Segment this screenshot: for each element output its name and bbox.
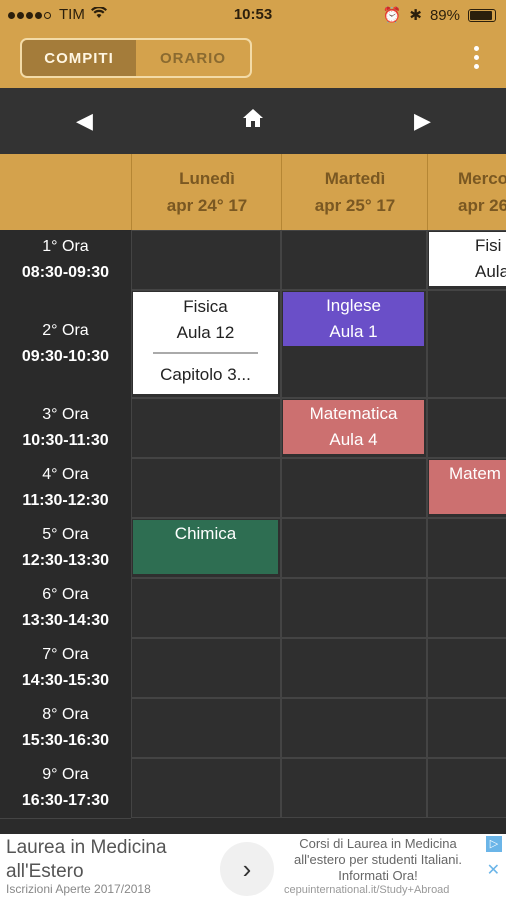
- more-menu-icon[interactable]: [474, 46, 480, 69]
- bluetooth-icon: ✱: [409, 7, 422, 24]
- ad-info-icon[interactable]: ▷: [486, 836, 502, 852]
- battery-percent: 89%: [429, 6, 460, 24]
- hour-row-3: 3° Ora 10:30-11:30: [0, 398, 131, 459]
- slot-cell[interactable]: [281, 230, 427, 290]
- lesson-room: Aula: [475, 262, 506, 281]
- slot-cell[interactable]: [131, 230, 281, 290]
- lesson-room: Aula 1: [329, 322, 378, 341]
- alarm-icon: ⏰: [382, 7, 402, 24]
- slot-cell[interactable]: [427, 758, 506, 818]
- ad-title: Laurea in Medicina all'Estero: [6, 837, 167, 882]
- lesson-room: Aula 4: [329, 430, 378, 449]
- hour-row-4: 4° Ora 11:30-12:30: [0, 458, 131, 519]
- slot-cell[interactable]: [427, 698, 506, 758]
- slot-cell[interactable]: [131, 698, 281, 758]
- slot-cell[interactable]: [131, 398, 281, 458]
- slot-cell[interactable]: [131, 458, 281, 518]
- lesson-subject: Inglese: [326, 296, 381, 315]
- lesson-task: Capitolo 3...: [160, 365, 251, 384]
- ad-arrow-button[interactable]: ›: [220, 842, 274, 896]
- slot-cell[interactable]: [281, 758, 427, 818]
- day-date: apr 26: [458, 196, 506, 215]
- ad-body: Corsi di Laurea in Medicina all'estero p…: [294, 836, 462, 883]
- timetable-grid: Lunedì apr 24° 17 Martedì apr 25° 17 Mer…: [0, 154, 506, 834]
- ad-close-icon[interactable]: ✕: [487, 860, 500, 880]
- lesson-inglese-tuesday[interactable]: Inglese Aula 1: [283, 292, 424, 346]
- home-icon[interactable]: [242, 108, 264, 134]
- week-navigation: ◀ ▶: [0, 88, 506, 154]
- slot-cell[interactable]: [281, 518, 427, 578]
- day-name: Merco: [458, 169, 506, 188]
- slot-cell[interactable]: [131, 758, 281, 818]
- lesson-subject: Matematica: [309, 404, 398, 423]
- slot-cell[interactable]: [427, 398, 506, 458]
- segmented-control: COMPITI ORARIO: [20, 38, 252, 78]
- hour-row-2: 2° Ora 09:30-10:30: [0, 290, 131, 399]
- day-name: Martedì: [324, 169, 386, 188]
- hour-row-5: 5° Ora 12:30-13:30: [0, 518, 131, 579]
- lesson-subject: Fisi: [475, 236, 502, 255]
- hour-row-7: 7° Ora 14:30-15:30: [0, 638, 131, 699]
- tab-compiti[interactable]: COMPITI: [22, 40, 136, 76]
- ad-subtitle: Iscrizioni Aperte 2017/2018: [6, 882, 151, 896]
- slot-cell[interactable]: [281, 458, 427, 518]
- battery-icon: [468, 8, 496, 22]
- day-name: Lunedì: [179, 169, 235, 188]
- divider: [153, 352, 258, 354]
- day-date: apr 25° 17: [314, 196, 396, 215]
- day-header-monday[interactable]: Lunedì apr 24° 17: [131, 154, 282, 230]
- slot-cell[interactable]: [131, 578, 281, 638]
- lesson-subject: Fisica: [183, 297, 228, 316]
- lesson-room: Aula 12: [176, 323, 235, 342]
- lesson-fisica-monday[interactable]: Fisica Aula 12 Capitolo 3...: [133, 292, 278, 394]
- slot-cell[interactable]: [427, 578, 506, 638]
- slot-cell[interactable]: [131, 638, 281, 698]
- hour-row-1: 1° Ora 08:30-09:30: [0, 230, 131, 291]
- slot-cell[interactable]: [427, 290, 506, 398]
- ad-url[interactable]: cepuinternational.it/Study+Abroad: [284, 884, 449, 896]
- lesson-subject: Chimica: [174, 524, 237, 543]
- hour-row-6: 6° Ora 13:30-14:30: [0, 578, 131, 639]
- day-header-tuesday[interactable]: Martedì apr 25° 17: [281, 154, 428, 230]
- next-week-icon[interactable]: ▶: [414, 108, 431, 134]
- tab-orario[interactable]: ORARIO: [136, 40, 250, 76]
- day-header-row: Lunedì apr 24° 17 Martedì apr 25° 17 Mer…: [0, 154, 506, 230]
- slot-cell[interactable]: [427, 638, 506, 698]
- status-bar: TIM 10:53 ⏰ ✱ 89%: [0, 0, 506, 30]
- lesson-matematica-tuesday[interactable]: Matematica Aula 4: [283, 400, 424, 454]
- chevron-right-icon: ›: [242, 853, 252, 884]
- ad-banner[interactable]: Laurea in Medicina all'Estero Iscrizioni…: [0, 834, 506, 900]
- slot-cell[interactable]: [281, 698, 427, 758]
- hour-row-9: 9° Ora 16:30-17:30: [0, 758, 131, 819]
- slot-cell[interactable]: [427, 518, 506, 578]
- hour-row-8: 8° Ora 15:30-16:30: [0, 698, 131, 759]
- slot-cell[interactable]: [281, 638, 427, 698]
- slot-cell[interactable]: [281, 578, 427, 638]
- day-header-wednesday[interactable]: Merco apr 26: [427, 154, 506, 230]
- previous-week-icon[interactable]: ◀: [76, 108, 93, 134]
- lesson-subject: Matem: [449, 464, 501, 483]
- day-date: apr 24° 17: [166, 196, 248, 215]
- corner-cell: [0, 154, 131, 230]
- top-bar: COMPITI ORARIO: [0, 30, 506, 88]
- lesson-chimica-monday[interactable]: Chimica: [133, 520, 278, 574]
- lesson-matematica-wednesday[interactable]: Matem: [429, 460, 506, 514]
- lesson-fisica-wednesday[interactable]: Fisi Aula: [429, 232, 506, 286]
